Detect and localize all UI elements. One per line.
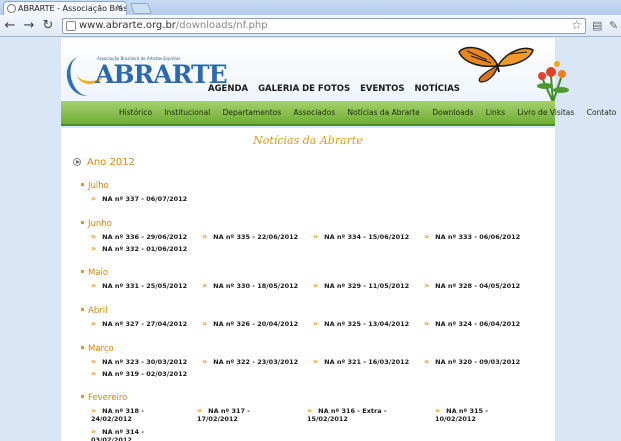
- back-arrow-icon[interactable]: ←: [2, 18, 18, 34]
- nav-contato[interactable]: Contato: [587, 108, 617, 117]
- tab-title: ABRARTE - Associação Brasile: [18, 4, 127, 13]
- news-link[interactable]: NA nº 322 - 23/03/2012: [202, 358, 298, 366]
- month-heading-abril: Abril: [81, 306, 107, 316]
- year-heading[interactable]: Ano 2012: [73, 157, 135, 168]
- new-tab-button[interactable]: [129, 3, 153, 14]
- news-link[interactable]: NA nº 328 - 04/05/2012: [424, 282, 520, 290]
- play-arrow-icon: [73, 158, 81, 166]
- news-link[interactable]: NA nº 332 - 01/06/2012: [91, 245, 187, 253]
- news-link[interactable]: NA nº 315 - 10/02/2012: [435, 407, 505, 423]
- news-link[interactable]: NA nº 325 - 13/04/2012: [313, 320, 409, 328]
- favicon-icon: [7, 4, 16, 13]
- browser-toolbar: ← → ↻ www.abrarte.org.br/downloads/nf.ph…: [0, 15, 621, 37]
- month-heading-marco: Março: [81, 344, 114, 354]
- page-icon: [66, 21, 76, 31]
- month-heading-fevereiro: Fevereiro: [81, 393, 127, 403]
- top-nav: AGENDA GALERIA DE FOTOS EVENTOS NOTÍCIAS: [208, 84, 467, 94]
- nav-institucional[interactable]: Institucional: [164, 108, 210, 117]
- top-nav-agenda[interactable]: AGENDA: [208, 84, 248, 94]
- main-nav: Histórico Institucional Departamentos As…: [119, 108, 621, 117]
- flowers-image: [537, 61, 569, 102]
- month-heading-julho: Julho: [81, 181, 109, 191]
- news-link[interactable]: NA nº 317 - 17/02/2012: [197, 407, 267, 423]
- news-link[interactable]: NA nº 318 - 24/02/2012: [91, 407, 161, 423]
- tab-strip: ABRARTE - Associação Brasile ×: [0, 0, 621, 15]
- nav-associados[interactable]: Associados: [294, 108, 336, 117]
- reload-icon[interactable]: ↻: [40, 18, 56, 34]
- news-link[interactable]: NA nº 316 - Extra - 15/02/2012: [307, 407, 389, 423]
- url-host: www.abrarte.org.br: [79, 20, 176, 31]
- news-link[interactable]: NA nº 335 - 22/06/2012: [202, 233, 298, 241]
- news-link[interactable]: NA nº 319 - 02/03/2012: [91, 370, 187, 378]
- news-link[interactable]: NA nº 324 - 06/04/2012: [424, 320, 520, 328]
- news-link[interactable]: NA nº 321 - 16/03/2012: [313, 358, 409, 366]
- news-link[interactable]: NA nº 314 - 03/02/2012: [91, 428, 161, 441]
- nav-noticias-abrarte[interactable]: Notícias da Abrarte: [348, 108, 420, 117]
- nav-links[interactable]: Links: [486, 108, 505, 117]
- site-header: Associação Brasileira de Artistas Espíri…: [61, 38, 569, 102]
- close-tab-icon[interactable]: ×: [115, 2, 123, 15]
- news-link[interactable]: NA nº 334 - 15/06/2012: [313, 233, 409, 241]
- web-page: Associação Brasileira de Artistas Espíri…: [0, 38, 621, 441]
- month-heading-maio: Maio: [81, 268, 108, 278]
- news-link[interactable]: NA nº 337 - 06/07/2012: [91, 195, 187, 203]
- top-nav-noticias[interactable]: NOTÍCIAS: [415, 84, 460, 94]
- nav-livro-visitas[interactable]: Livro de Visitas: [517, 108, 574, 117]
- top-nav-galeria[interactable]: GALERIA DE FOTOS: [258, 84, 350, 94]
- news-link[interactable]: NA nº 326 - 20/04/2012: [202, 320, 298, 328]
- news-link[interactable]: NA nº 333 - 06/06/2012: [424, 233, 520, 241]
- news-link[interactable]: NA nº 336 - 29/06/2012: [91, 233, 187, 241]
- top-nav-eventos[interactable]: EVENTOS: [360, 84, 404, 94]
- month-heading-junho: Junho: [81, 219, 112, 229]
- news-link[interactable]: NA nº 331 - 25/05/2012: [91, 282, 187, 290]
- main-nav-bar: Histórico Institucional Departamentos As…: [61, 101, 616, 126]
- forward-arrow-icon[interactable]: →: [21, 18, 37, 34]
- nav-downloads[interactable]: Downloads: [432, 108, 473, 117]
- browser-tab[interactable]: ABRARTE - Associação Brasile ×: [3, 1, 127, 15]
- news-link[interactable]: NA nº 329 - 11/05/2012: [313, 282, 409, 290]
- address-bar[interactable]: www.abrarte.org.br/downloads/nf.php ☆: [62, 18, 586, 34]
- wrench-icon[interactable]: ✎: [609, 19, 618, 32]
- news-link[interactable]: NA nº 330 - 18/05/2012: [202, 282, 298, 290]
- nav-departamentos[interactable]: Departamentos: [223, 108, 281, 117]
- news-link[interactable]: NA nº 320 - 09/03/2012: [424, 358, 520, 366]
- content-area: Notícias da Abrarte Ano 2012 Julho NA nº…: [61, 128, 555, 441]
- abrarte-logo[interactable]: Associação Brasileira de Artistas Espíri…: [62, 52, 228, 102]
- url-path: /downloads/nf.php: [175, 20, 268, 31]
- butterfly-image: [458, 46, 534, 83]
- bookmark-star-icon[interactable]: ☆: [571, 18, 582, 32]
- nav-historico[interactable]: Histórico: [119, 108, 152, 117]
- news-link[interactable]: NA nº 327 - 27/04/2012: [91, 320, 187, 328]
- news-link[interactable]: NA nº 323 - 30/03/2012: [91, 358, 187, 366]
- logo-text: ABRARTE: [95, 60, 228, 89]
- page-title: Notícias da Abrarte: [253, 134, 363, 147]
- page-menu-icon[interactable]: ▤: [592, 19, 602, 32]
